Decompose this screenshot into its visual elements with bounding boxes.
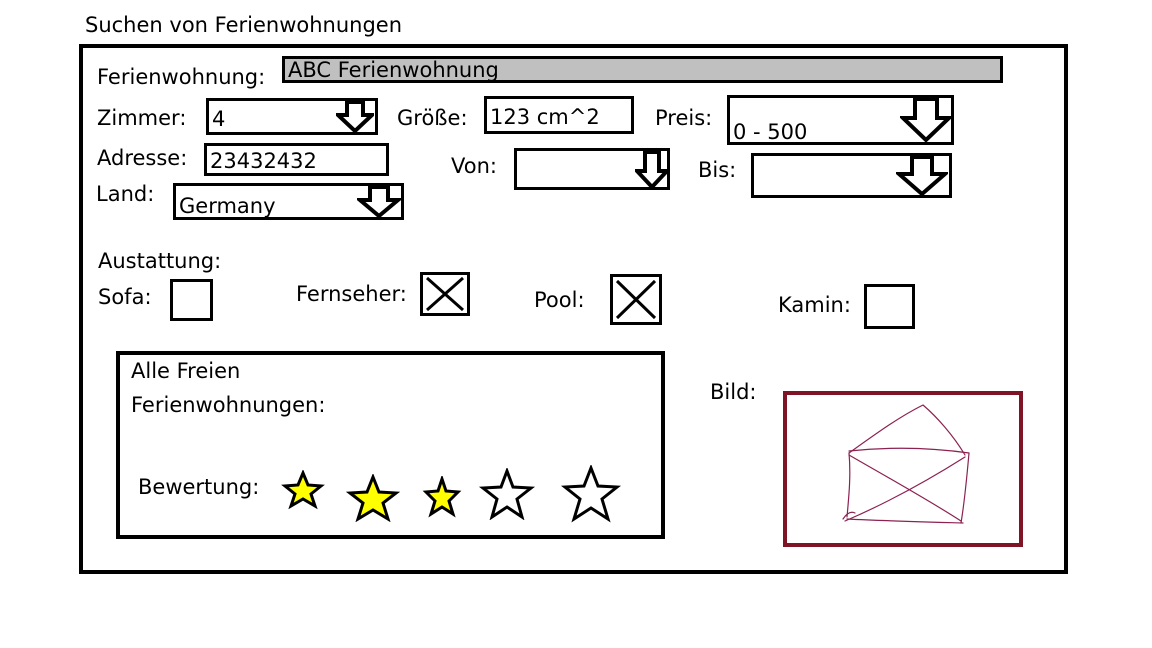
results-heading-line2: Ferienwohnungen: [131, 393, 326, 417]
results-heading-line1: Alle Freien [131, 359, 241, 383]
groesse-field[interactable]: 123 cm^2 [484, 96, 634, 134]
checked-cross-icon [615, 279, 657, 320]
sofa-label: Sofa: [98, 285, 152, 309]
adresse-label: Adresse: [97, 146, 188, 170]
star-icon[interactable] [422, 476, 462, 518]
zimmer-value: 4 [212, 107, 226, 131]
page-title: Suchen von Ferienwohnungen [85, 13, 403, 37]
pool-checkbox[interactable] [610, 274, 662, 325]
chevron-down-icon[interactable] [336, 101, 374, 133]
groesse-label: Größe: [397, 106, 468, 130]
pool-label: Pool: [534, 288, 585, 312]
chevron-down-icon[interactable] [896, 156, 948, 196]
preis-select[interactable]: 0 - 500 [727, 95, 954, 145]
star-icon[interactable] [281, 470, 325, 510]
fernseher-label: Fernseher: [296, 282, 407, 306]
sofa-checkbox[interactable] [170, 279, 213, 321]
ferienwohnung-field[interactable]: ABC Ferienwohnung [282, 56, 1003, 83]
chevron-down-icon[interactable] [635, 151, 669, 189]
bild-label: Bild: [710, 380, 757, 404]
land-value: Germany [179, 194, 276, 218]
chevron-down-icon[interactable] [357, 186, 401, 218]
zimmer-label: Zimmer: [97, 106, 187, 130]
zimmer-select[interactable]: 4 [206, 98, 378, 135]
ferienwohnung-label: Ferienwohnung: [97, 65, 266, 89]
ausstattung-heading: Austattung: [98, 249, 222, 273]
preis-value: 0 - 500 [733, 120, 808, 144]
kamin-label: Kamin: [778, 293, 851, 317]
bis-date-select[interactable] [751, 153, 952, 198]
bis-label: Bis: [698, 158, 737, 182]
adresse-value: 23432432 [210, 149, 317, 173]
groesse-value: 123 cm^2 [490, 105, 600, 129]
von-date-select[interactable] [514, 148, 670, 190]
star-icon[interactable] [478, 468, 536, 520]
checked-cross-icon [426, 276, 464, 312]
land-select[interactable]: Germany [173, 183, 404, 220]
kamin-checkbox[interactable] [864, 284, 915, 329]
star-icon[interactable] [560, 465, 622, 523]
envelope-sketch-icon [842, 404, 970, 524]
fernseher-checkbox[interactable] [420, 272, 470, 316]
star-icon[interactable] [346, 474, 400, 522]
von-label: Von: [451, 154, 497, 178]
rating-label: Bewertung: [138, 475, 260, 499]
land-label: Land: [96, 182, 155, 206]
ferienwohnung-value: ABC Ferienwohnung [288, 58, 499, 82]
preis-label: Preis: [655, 106, 713, 130]
chevron-down-icon[interactable] [900, 98, 952, 142]
image-placeholder[interactable] [783, 391, 1023, 547]
adresse-field[interactable]: 23432432 [204, 143, 389, 176]
